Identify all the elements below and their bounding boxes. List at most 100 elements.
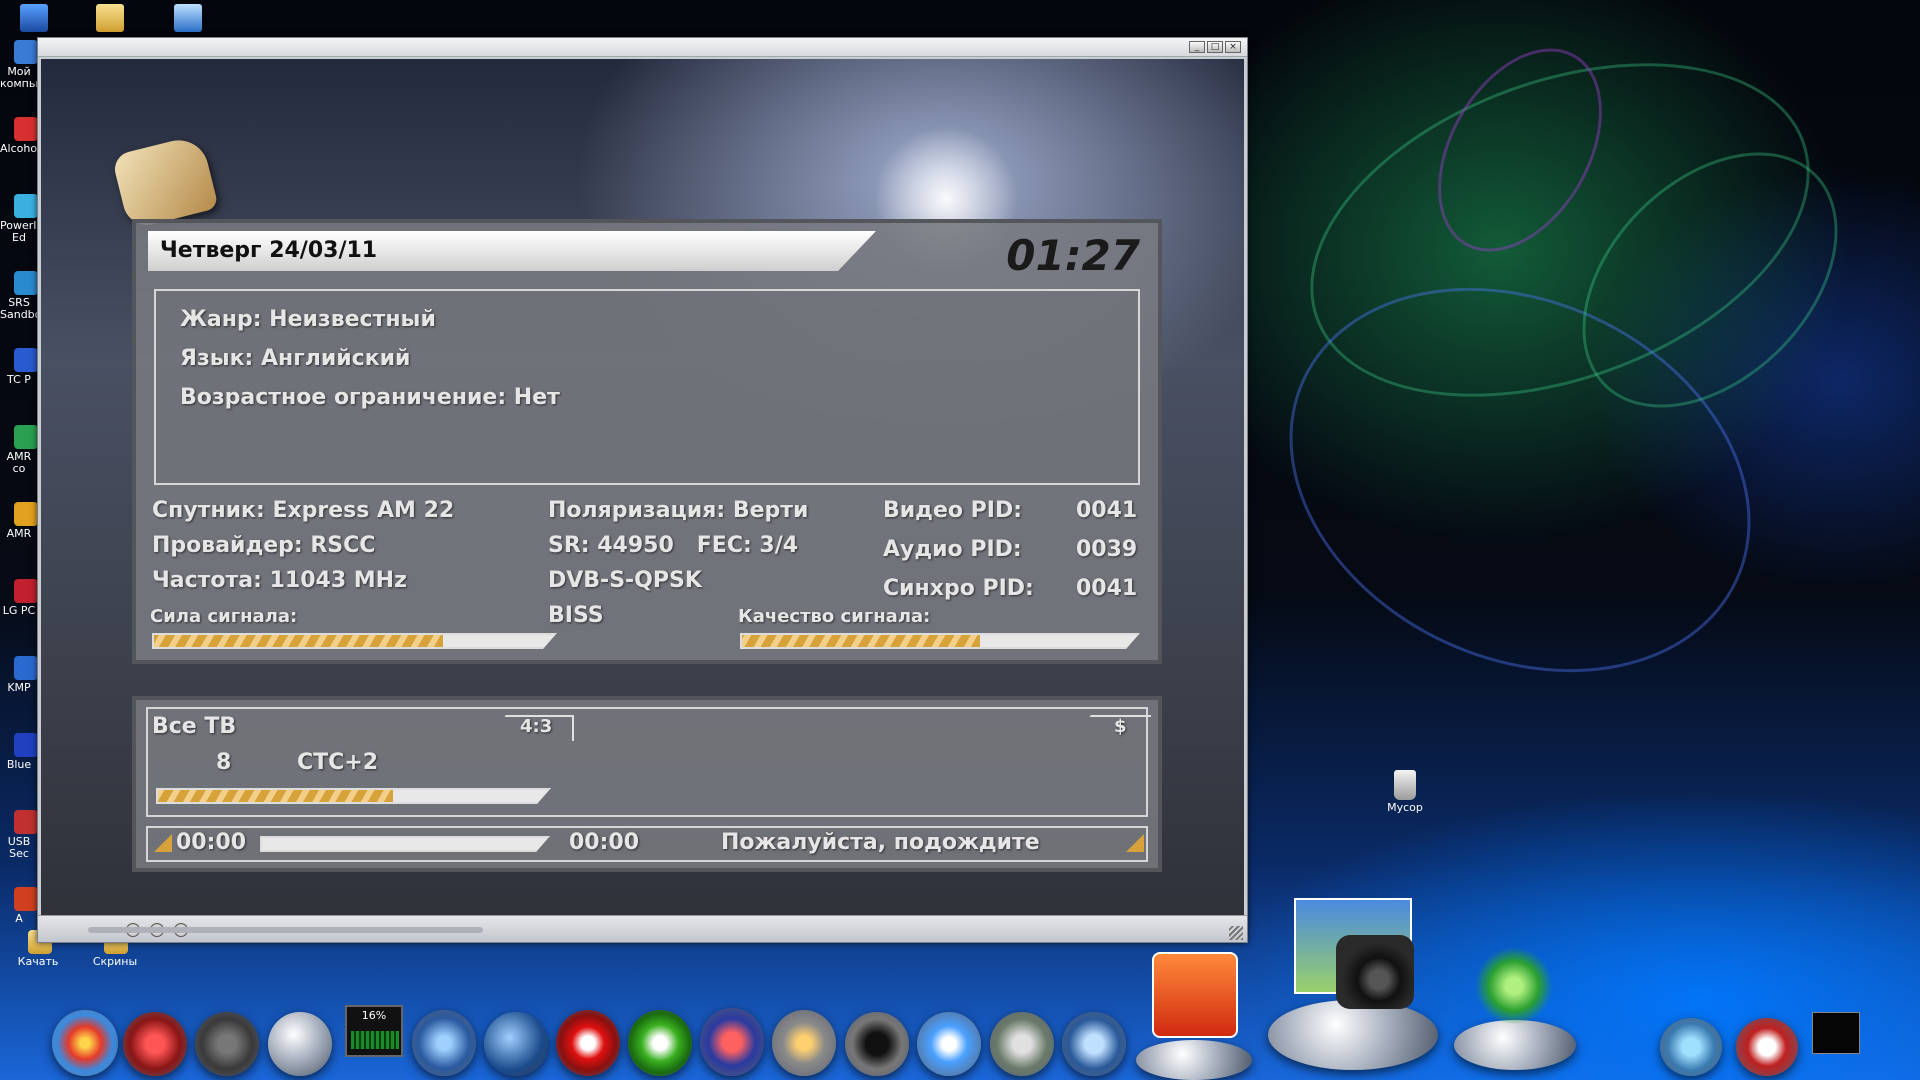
device-icon[interactable] [990, 1012, 1054, 1076]
encryption-text: BISS [548, 603, 604, 628]
globe-icon[interactable] [484, 1012, 548, 1076]
program-progress-bar [260, 836, 550, 852]
desktop-icon-label: KMP [7, 682, 31, 694]
desktop-icon[interactable]: Blue [0, 733, 38, 771]
resize-grip[interactable] [1229, 926, 1243, 940]
status-text: Пожалуйста, подождите [721, 830, 1040, 855]
save-icon[interactable] [700, 1008, 764, 1076]
opera-icon[interactable] [556, 1010, 620, 1076]
desktop-icon[interactable]: TC P [0, 348, 38, 386]
desktop-icon-label: TC P [7, 374, 31, 386]
language-text: Язык: Английский [180, 346, 411, 371]
desktop-icon[interactable]: USB Sec [0, 810, 38, 860]
pay-badge: $ [1114, 716, 1127, 737]
desktop-icon-label: USB Sec [7, 836, 31, 860]
app-icon [14, 733, 38, 757]
desktop-icon-label: AMR [6, 528, 32, 540]
symbol-rate-text: SR: 44950 FEC: 3/4 [548, 533, 799, 558]
app-icon [14, 887, 38, 911]
desktop-icon-label: Blue [6, 759, 32, 771]
right-arrow-icon [1126, 834, 1144, 852]
signal-quality-label: Качество сигнала: [738, 606, 931, 627]
camera-icon[interactable] [1336, 935, 1414, 1009]
speaker-icon[interactable] [845, 1012, 909, 1076]
power-icon[interactable] [195, 1012, 259, 1076]
channel-panel: Все ТВ 4:3 $ 8 СТС+2 00:00 00:00 Пожалуй… [132, 696, 1162, 872]
desktop-icon-recycle-bin[interactable]: Мусор [1385, 770, 1425, 814]
desktop-icon-label: LG PC [2, 605, 36, 617]
channel-signal-bar [156, 788, 551, 804]
camera-dock-base [1268, 1000, 1438, 1070]
seek-bar[interactable] [88, 927, 483, 933]
shutdown-icon[interactable] [123, 1012, 187, 1076]
tray-icon-3[interactable] [1812, 1012, 1860, 1054]
desktop-icon[interactable]: KMP [0, 656, 38, 694]
signal-strength-bar [152, 633, 557, 649]
desktop-icon-label: Alcohol [0, 143, 38, 155]
utorrent-icon[interactable] [628, 1010, 692, 1076]
desktop-icon[interactable]: Мой компьютер [0, 40, 38, 90]
info-panel: Четверг 24/03/11 01:27 Жанр: Неизвестный… [132, 219, 1162, 664]
left-arrow-icon [154, 834, 172, 852]
monitor-icon[interactable] [20, 4, 48, 32]
mixer-icon[interactable] [772, 1010, 836, 1076]
desktop-icon[interactable]: A [0, 887, 38, 925]
desktop-icon[interactable]: SRS Sandbox [0, 271, 38, 321]
signal-quality-bar [740, 633, 1140, 649]
window-titlebar[interactable]: _ □ × [38, 38, 1247, 57]
trash-icon [1394, 770, 1416, 800]
app-icon [14, 271, 38, 295]
app-icon [14, 810, 38, 834]
video-pid-label: Видео PID: [883, 498, 1023, 523]
maximize-button[interactable]: □ [1207, 41, 1223, 53]
end-time: 00:00 [569, 830, 640, 855]
app-icon [14, 117, 38, 141]
signal-strength-fill [154, 635, 443, 647]
start-time: 00:00 [176, 830, 247, 855]
tray-icon-1[interactable] [1660, 1018, 1722, 1076]
media-icon[interactable] [1062, 1012, 1126, 1076]
desktop-icon[interactable]: LG PC [0, 579, 38, 617]
video-area[interactable]: Четверг 24/03/11 01:27 Жанр: Неизвестный… [41, 59, 1244, 915]
desktop-icon[interactable]: Alcohol [0, 117, 38, 155]
network-icon[interactable] [412, 1010, 476, 1076]
signal-quality-fill [742, 635, 980, 647]
acrobat-icon[interactable] [1152, 952, 1238, 1038]
close-button[interactable]: × [1225, 41, 1241, 53]
desktop-icon-label: Скрины [92, 955, 138, 968]
desktop-icon-label: Мусор [1387, 801, 1423, 814]
aspect-badge: 4:3 [520, 716, 553, 737]
player-controls [38, 915, 1247, 942]
clock-icon[interactable] [268, 1012, 332, 1076]
frequency-text: Частота: 11043 MHz [152, 568, 407, 593]
modulation-text: DVB-S-QPSK [548, 568, 702, 593]
app-icon [14, 40, 38, 64]
desktop-icon-label: A [15, 913, 23, 925]
satellite-text: Спутник: Express AM 22 [152, 498, 455, 523]
channel-logo [111, 134, 219, 230]
start-icon[interactable] [52, 1010, 118, 1076]
minimize-button[interactable]: _ [1189, 41, 1205, 53]
audio-pid-label: Аудио PID: [883, 537, 1022, 562]
desktop-icon-label: Мой компьютер [0, 66, 38, 90]
desktop-icon[interactable]: AMR co [0, 425, 38, 475]
app-icon [14, 656, 38, 680]
folder-icon[interactable] [96, 4, 124, 32]
cpu-label: 16% [361, 1009, 387, 1022]
clock-text: 01:27 [1006, 231, 1140, 280]
tray-icon-2[interactable] [1736, 1018, 1798, 1076]
internet-explorer-icon[interactable] [174, 4, 202, 32]
messenger-icon[interactable] [917, 1012, 981, 1076]
desktop-icon[interactable]: AMR [0, 502, 38, 540]
desktop-icon-label: PowerISO Ed [0, 220, 38, 244]
recycle-icon[interactable] [1474, 948, 1554, 1024]
desktop-icon-label: SRS Sandbox [0, 297, 38, 321]
cpu-monitor-icon[interactable]: 16% [345, 1005, 403, 1057]
desktop-icon[interactable]: PowerISO Ed [0, 194, 38, 244]
video-pid-value: 0041 [1076, 498, 1138, 523]
channel-name: СТС+2 [297, 750, 379, 775]
app-icon [14, 425, 38, 449]
sync-pid-label: Синхро PID: [883, 576, 1034, 601]
acrobat-dock-base [1136, 1040, 1252, 1080]
signal-strength-label: Сила сигнала: [150, 606, 298, 627]
